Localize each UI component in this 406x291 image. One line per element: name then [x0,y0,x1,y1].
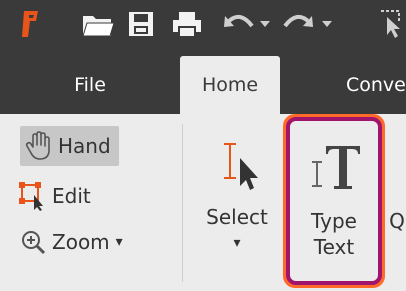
ribbon-tabs: File Home Conve [0,48,406,114]
print-icon[interactable] [168,8,206,40]
select-dropdown-icon[interactable]: ▾ [233,230,240,256]
zoom-in-icon [18,227,48,257]
highlight-frame-inner [286,117,382,285]
edit-label: Edit [52,184,91,208]
next-tool-partial[interactable]: Q [388,208,406,234]
zoom-tool-button[interactable]: Zoom ▾ [18,222,123,262]
select-label: Select [206,205,268,229]
redo-dropdown-icon[interactable] [320,8,334,40]
tab-home[interactable]: Home [180,56,280,114]
edit-select-icon [18,181,48,211]
ribbon-separator [182,124,183,282]
undo-icon[interactable] [222,8,256,40]
zoom-label: Zoom [52,230,110,254]
redo-icon[interactable] [280,8,316,40]
hand-label: Hand [58,134,111,158]
tab-convert[interactable]: Conve [326,56,406,114]
save-icon[interactable] [124,8,158,40]
undo-dropdown-icon[interactable] [258,8,272,40]
quick-access-toolbar [0,0,406,48]
hand-icon [24,131,54,161]
cursor-icon[interactable] [378,8,406,40]
select-button[interactable]: Select ▾ [198,124,276,256]
next-tool-label: Q [389,209,405,233]
app-logo-icon[interactable] [18,8,44,40]
edit-tool-button[interactable]: Edit [18,176,91,216]
hand-tool-button[interactable]: Hand [20,126,119,166]
select-cursor-icon [212,124,262,204]
zoom-dropdown-icon[interactable]: ▾ [116,234,123,250]
open-folder-icon[interactable] [80,8,116,40]
tab-file[interactable]: File [50,56,130,114]
